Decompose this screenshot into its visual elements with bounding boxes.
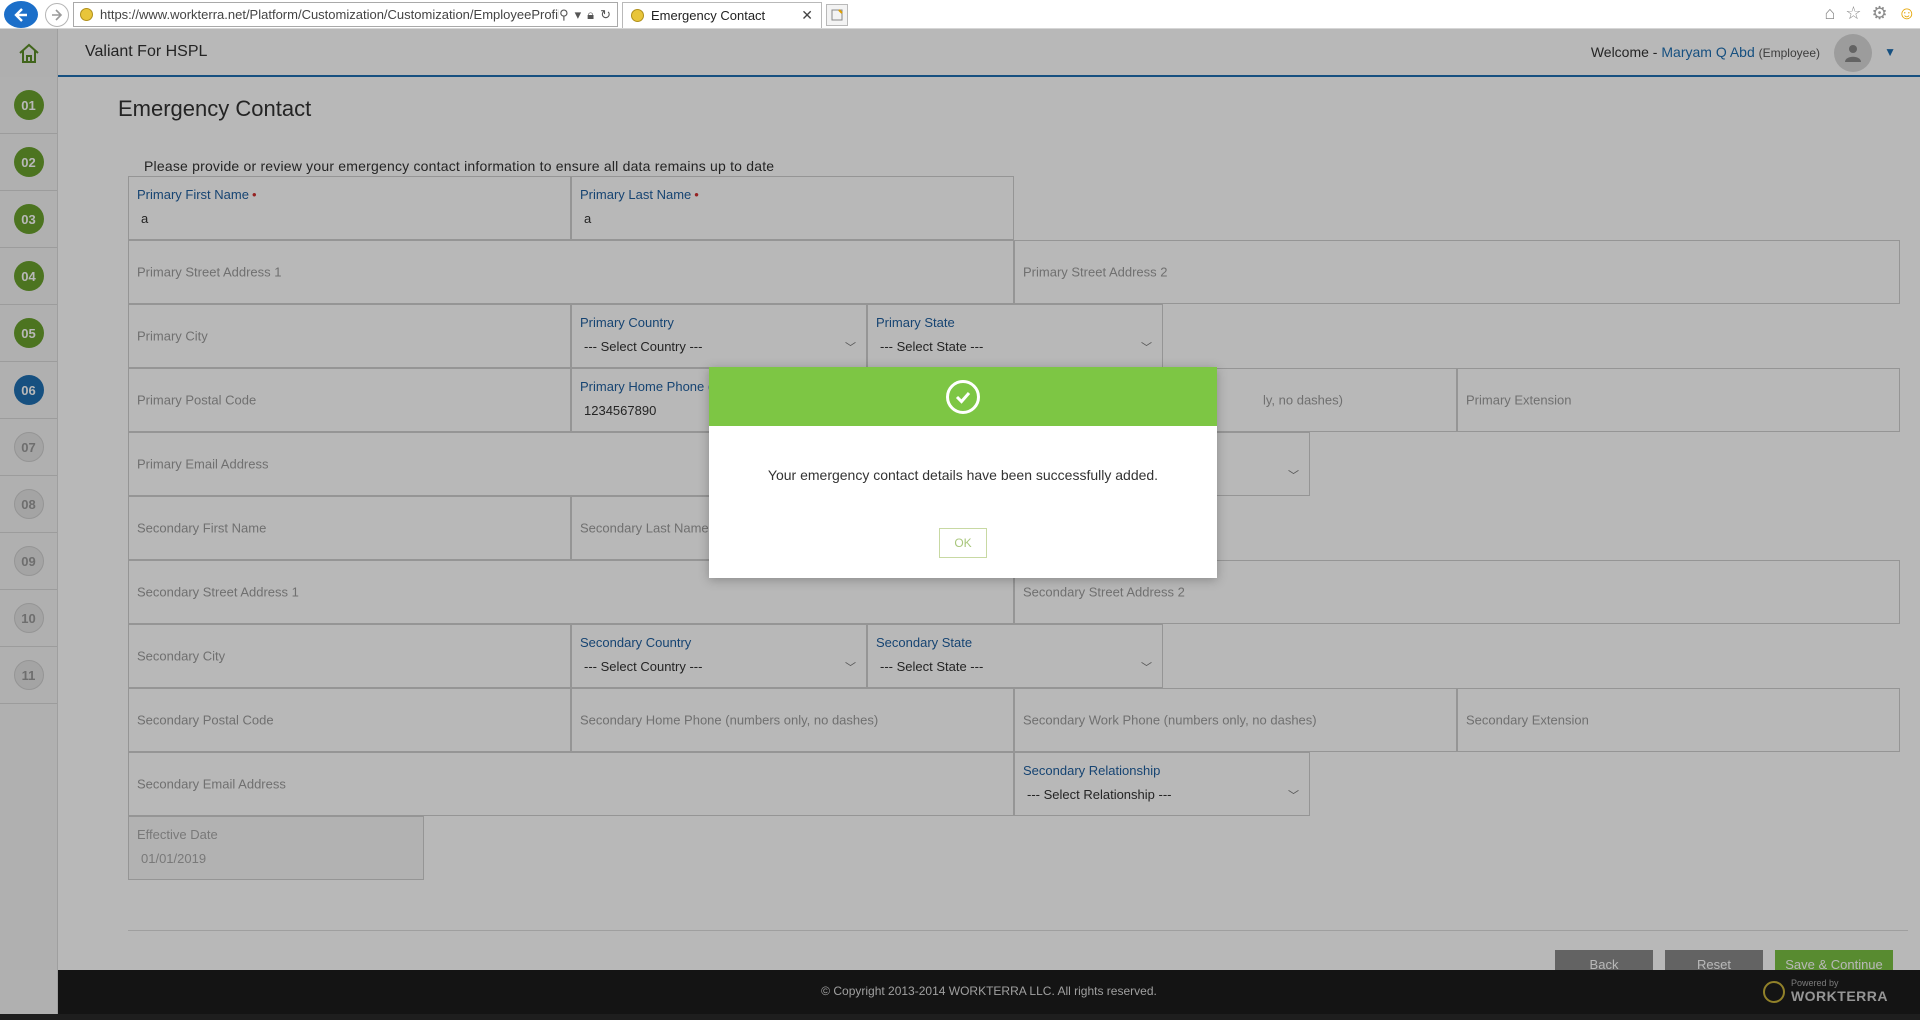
new-tab-button[interactable] — [826, 4, 848, 26]
dropdown-arrow-icon[interactable]: ▾ — [575, 7, 582, 23]
close-icon[interactable]: ✕ — [801, 7, 813, 24]
refresh-icon[interactable]: ↻ — [600, 7, 611, 23]
settings-gear-icon[interactable]: ⚙ — [1871, 3, 1887, 24]
success-dialog: Your emergency contact details have been… — [709, 367, 1217, 578]
ok-button[interactable]: OK — [939, 528, 987, 558]
checkmark-icon — [946, 379, 980, 414]
tab-favicon-icon — [631, 9, 644, 22]
tab-title: Emergency Contact — [651, 8, 766, 23]
dialog-message: Your emergency contact details have been… — [767, 467, 1159, 483]
browser-toolbar: https://www.workterra.net/Platform/Custo… — [0, 0, 1920, 29]
back-arrow-icon[interactable] — [4, 1, 38, 28]
home-icon[interactable]: ⌂ — [1824, 3, 1835, 24]
search-icon[interactable]: ⚲ — [559, 7, 569, 23]
address-url: https://www.workterra.net/Platform/Custo… — [100, 7, 560, 22]
forward-arrow-icon[interactable] — [45, 3, 69, 27]
browser-tab[interactable]: Emergency Contact ✕ — [622, 2, 822, 28]
dialog-header — [709, 367, 1217, 426]
address-bar[interactable]: https://www.workterra.net/Platform/Custo… — [73, 2, 618, 27]
feedback-smiley-icon[interactable]: ☺ — [1898, 3, 1916, 24]
favorites-star-icon[interactable]: ☆ — [1845, 3, 1861, 24]
site-favicon-icon — [80, 8, 93, 21]
lock-icon[interactable]: 🔒︎ — [587, 7, 594, 23]
